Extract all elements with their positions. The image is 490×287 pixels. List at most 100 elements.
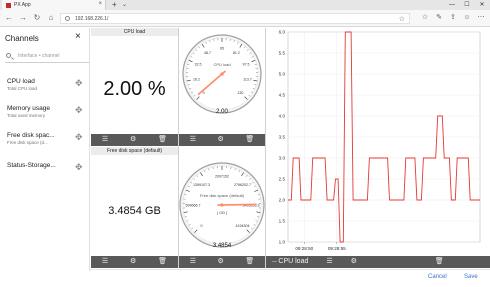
gauge-tick-label: 81.2: [233, 51, 240, 55]
settings-icon[interactable]: ⚙: [130, 134, 136, 146]
gauge-tick-label: 130: [237, 91, 243, 95]
widget-toolbar: ☰ ⚙ 🗑: [179, 256, 265, 268]
delete-icon[interactable]: 🗑: [158, 134, 167, 146]
settings-icon[interactable]: ⚙: [130, 256, 136, 268]
dialog-footer: Cancel Save: [90, 269, 490, 287]
widget-title: Free disk space (default): [91, 147, 178, 155]
channel-name: CPU load: [7, 78, 35, 85]
list-icon[interactable]: ☰: [190, 134, 196, 146]
delete-icon[interactable]: 🗑: [245, 134, 254, 146]
settings-icon[interactable]: ⚙: [218, 134, 224, 146]
gauge-hub: [220, 203, 224, 207]
cpu-load-line-chart: 1.0 1.5 2.0 2.5 3.0 3.5 4.0 4.5 5.0 5.5 6.0 09:28:5…: [279, 30, 481, 251]
refresh-icon[interactable]: ↻: [32, 13, 42, 23]
cpu-load-value: 2.00 %: [103, 78, 166, 100]
channel-item-cpu-load[interactable]: CPU load Total CPU load ✥: [0, 78, 90, 102]
settings-icon[interactable]: ⚙: [351, 256, 357, 268]
gauge-tick-label: 16.2: [193, 78, 200, 82]
drag-handle-icon[interactable]: ✥: [75, 106, 83, 115]
y-tick-label: 3.5: [279, 135, 286, 140]
url-field[interactable]: 192.168.226.1/ ☆: [60, 13, 410, 24]
y-tick-label: 5.5: [279, 51, 286, 56]
free-disk-value-widget[interactable]: Free disk space (default) 3.4854 GB ☰ ⚙ …: [91, 147, 178, 268]
gauge-tick-label: 97.5: [243, 63, 250, 67]
forward-icon[interactable]: →: [18, 13, 28, 23]
x-tick-label: 09:28:50: [295, 246, 313, 251]
tab-title: PX App: [14, 2, 31, 8]
y-tick-label: 3.0: [279, 156, 286, 161]
channels-title: Channels: [5, 34, 39, 43]
gauge-tick-label: 2796202.7: [234, 183, 251, 187]
browser-tab[interactable]: PX App ×: [2, 0, 106, 10]
cpu-load-value-widget[interactable]: CPU load 2.00 % ☰ ⚙ 🗑: [91, 28, 178, 146]
search-icon: [6, 53, 11, 58]
gauge-tick-label: 1399107.3: [193, 183, 210, 187]
channel-item-memory-usage[interactable]: Memory usage Total used memory ✥: [0, 105, 90, 129]
gauge-needle: [217, 203, 257, 206]
gauge-tick-label: 2097152: [215, 175, 229, 179]
list-icon[interactable]: ☰: [102, 134, 108, 146]
x-tick-label: 09:28:55: [328, 246, 346, 251]
y-tick-label: 2.5: [279, 177, 286, 182]
widget-toolbar: ☰ ⚙ 🗑: [91, 256, 178, 268]
share-icon[interactable]: ⇪: [448, 13, 458, 23]
widget-toolbar: ☰ ⚙ 🗑: [179, 134, 265, 146]
channel-item-status-storage[interactable]: Status-Storage... ✥: [0, 162, 90, 186]
drag-handle-icon[interactable]: ✥: [75, 79, 83, 88]
site-info-icon[interactable]: [65, 16, 70, 21]
y-tick-label: 4.0: [279, 114, 286, 119]
gauge-unit: [ GB ]: [217, 210, 227, 215]
list-icon[interactable]: ☰: [326, 256, 332, 268]
legend-label: CPU load: [278, 258, 309, 265]
favorites-icon[interactable]: ☆: [420, 13, 430, 23]
gauge-tick-label: 113.7: [243, 78, 252, 82]
profile-icon[interactable]: ☺: [462, 13, 472, 23]
gauge-tick-label: 0: [200, 224, 202, 228]
settings-icon[interactable]: ⚙: [218, 256, 224, 268]
channel-item-free-disk-space[interactable]: Free disk spac... Free disk space (d... …: [0, 132, 90, 156]
window-close-button[interactable]: ✕: [476, 0, 488, 10]
back-icon[interactable]: ←: [4, 13, 14, 23]
app-favicon-icon: [6, 2, 11, 8]
url-text: 192.168.226.1/: [75, 16, 109, 22]
column-divider: [265, 28, 266, 268]
tab-list-button[interactable]: ⌄: [122, 0, 127, 10]
gauge-tick-label: 48.7: [204, 51, 211, 55]
save-button[interactable]: Save: [464, 274, 478, 280]
close-icon[interactable]: ×: [75, 32, 81, 42]
gauge-label: CPU load: [213, 62, 230, 67]
list-icon[interactable]: ☰: [190, 256, 196, 268]
gauge-tick-label: 32.5: [194, 63, 201, 67]
free-disk-gauge-widget[interactable]: 0 699666.7 1399107.3 2097152 2796202.7 349525…: [179, 147, 265, 268]
channel-description: Free disk space (d...: [7, 140, 48, 145]
minimize-button[interactable]: —: [446, 0, 458, 10]
cpu-load-gauge-widget[interactable]: 0 16.2 32.5 48.7 65 81.2 97.5 113.7 130 CPU load 2…: [179, 28, 265, 146]
channel-search-input[interactable]: Interface • channel: [5, 52, 89, 63]
favorite-star-icon[interactable]: ☆: [399, 15, 405, 23]
delete-icon[interactable]: 🗑: [245, 256, 254, 268]
new-tab-button[interactable]: +: [112, 0, 117, 10]
free-disk-value: 3.4854 GB: [108, 205, 161, 217]
gauge-hub: [220, 72, 224, 76]
pen-icon[interactable]: ✎: [434, 13, 444, 23]
search-placeholder: Interface • channel: [18, 53, 60, 59]
home-icon[interactable]: ⌂: [46, 13, 56, 23]
channel-description: Total used memory: [7, 113, 46, 118]
cpu-load-chart-widget[interactable]: 1.0 1.5 2.0 2.5 3.0 3.5 4.0 4.5 5.0 5.5 6.0 09:28:5…: [266, 28, 490, 268]
drag-handle-icon[interactable]: ✥: [75, 163, 83, 172]
channel-name: Memory usage: [7, 105, 50, 112]
channel-description: Total CPU load: [7, 86, 38, 91]
y-tick-label: 2.0: [279, 198, 286, 203]
tab-close-icon[interactable]: ×: [98, 1, 102, 7]
y-tick-label: 5.0: [279, 72, 286, 77]
more-menu-icon[interactable]: ⋯: [476, 13, 486, 23]
drag-handle-icon[interactable]: ✥: [75, 133, 83, 142]
cpu-gauge: 016.232.548.76581.297.5113.7130CPU load2…: [182, 34, 262, 115]
delete-icon[interactable]: 🗑: [435, 256, 444, 268]
cancel-button[interactable]: Cancel: [428, 274, 447, 280]
delete-icon[interactable]: 🗑: [158, 256, 167, 268]
list-icon[interactable]: ☰: [102, 256, 108, 268]
address-bar: ← → ↻ ⌂ 192.168.226.1/ ☆ ☆ ✎ ⇪ ☺ ⋯: [0, 10, 490, 27]
maximize-button[interactable]: ☐: [461, 0, 473, 10]
gauge-value: 2.00: [216, 109, 228, 115]
